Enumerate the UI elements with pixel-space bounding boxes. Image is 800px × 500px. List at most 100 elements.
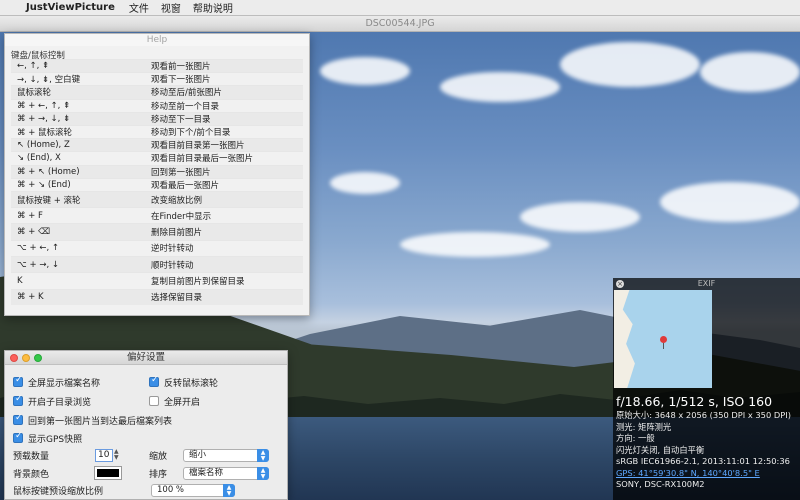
sort-select-value: 檔案名称 [189,467,224,478]
preferences-title: 偏好设置 [126,352,165,363]
cloud [320,57,410,85]
menu-window[interactable]: 视窗 [161,0,181,15]
shortcut-key: ⌘ + ↖ (Home) [17,166,80,177]
shortcut-desc: 观看前一张图片 [151,62,211,73]
mouse-zoom-label: 鼠标按键预设缩放比例 [13,486,104,497]
help-row: ↖ (Home), Z 观看目前目录第一张图片 [11,138,303,152]
shortcut-desc: 复制目前图片到保留目录 [151,277,245,287]
mouse-zoom-select-wrap[interactable]: 100 % ▲ ▼ [151,483,235,497]
show-gps-option[interactable]: 显示GPS快照 [13,431,82,445]
exif-panel[interactable]: × EXIF f/18.66, 1/512 s, ISO 160 原始大小: 3… [613,278,800,500]
bg-color-well[interactable] [94,466,122,480]
preload-count-stepper[interactable]: 10 ▲ ▼ [95,448,120,462]
cloud [700,52,800,92]
cloud [560,42,700,87]
bg-color-label: 背景颜色 [13,469,50,480]
shortcut-key: ↘ (End), X [17,153,61,164]
cloud [660,182,800,222]
shortcut-desc: 移动到下个/前个目录 [151,128,231,139]
shortcut-key: →, ↓, ⇟, 空白键 [17,75,81,86]
shortcut-key: ←, ↑, ⇞ [17,61,50,72]
shortcut-key: ⌘ + ←, ↑, ⇞ [17,100,71,111]
show-gps-label: 显示GPS快照 [28,434,83,445]
help-row: ⌥ + →, ↓ 顺时针转动 [11,256,303,273]
zoom-button[interactable] [34,354,42,362]
reverse-wheel-checkbox[interactable] [149,375,159,387]
exif-titlebar: × EXIF [613,278,800,290]
select-arrows-icon: ▲ ▼ [223,483,235,497]
fullscreen-start-checkbox[interactable] [149,396,159,406]
zoom-select-value: 缩小 [189,449,207,460]
menu-help[interactable]: 帮助说明 [193,0,233,15]
close-icon[interactable]: × [616,280,624,288]
map-pin-icon [660,336,667,343]
zoom-select-wrap[interactable]: 缩小 ▲ ▼ [183,448,269,462]
mouse-zoom-value: 100 % [157,484,185,495]
exif-colorspace-date: sRGB IEC61966-2.1, 2013:11:01 12:50:36 [616,456,790,466]
shortcut-key: ⌘ + 鼠标滚轮 [17,128,73,139]
shortcut-desc: 逆时针转动 [151,244,194,255]
main-window-title: DSC00544.JPG [0,16,800,32]
exif-flash-wb: 闪光灯关闭, 自动白平衡 [616,444,705,455]
fullscreen-filename-checkbox[interactable] [13,375,23,387]
preload-count-input[interactable]: 10 [95,448,113,462]
fullscreen-filename-option[interactable]: 全屏显示檔案名称 [13,375,100,389]
stepper-arrows-icon[interactable]: ▲ ▼ [114,448,120,462]
shortcut-key: ⌘ + ↘ (End) [17,179,71,190]
shortcut-key: ⌘ + →, ↓, ⇟ [17,113,71,124]
help-row: ⌘ + ←, ↑, ⇞ 移动至前一个目录 [11,98,303,112]
shortcut-desc: 在Finder中显示 [151,211,212,222]
exif-exposure: f/18.66, 1/512 s, ISO 160 [616,394,773,409]
open-subdir-option[interactable]: 开启子目录浏览 [13,394,91,408]
minimize-button[interactable] [22,354,30,362]
preferences-window[interactable]: 偏好设置 全屏显示檔案名称 反转鼠标滚轮 开启子目录浏览 全屏开启 回到第一张图… [4,350,288,500]
help-heading: 键盘/鼠标控制 [11,51,65,61]
help-row: ↘ (End), X 观看目前目录最后一张图片 [11,151,303,164]
bg-color-wrap[interactable] [94,466,122,480]
cloud [330,172,400,194]
open-subdir-checkbox[interactable] [13,394,23,406]
help-row: K 复制目前图片到保留目录 [11,272,303,288]
shortcut-key: ⌥ + →, ↓ [17,259,59,270]
mouse-zoom-select[interactable]: 100 % ▲ ▼ [151,483,235,497]
wrap-list-checkbox[interactable] [13,413,23,425]
shortcut-key: K [17,276,23,286]
help-row: ⌥ + ←, ↑ 逆时针转动 [11,239,303,256]
help-row: ⌘ + F 在Finder中显示 [11,207,303,223]
zoom-label: 缩放 [149,451,168,462]
reverse-wheel-option[interactable]: 反转鼠标滚轮 [149,375,218,389]
menu-file[interactable]: 文件 [129,0,149,15]
select-arrows-icon: ▲ ▼ [257,448,269,462]
sort-label: 排序 [149,469,168,480]
preferences-titlebar: 偏好设置 [5,351,287,365]
cloud [400,232,550,257]
menu-app-name[interactable]: JustViewPicture [26,2,115,13]
exif-gps-link[interactable]: GPS: 41°59'30.8" N, 140°40'8.5" E [613,468,800,480]
preload-count-label: 预载数量 [13,451,50,462]
sort-select-wrap[interactable]: 檔案名称 ▲ ▼ [183,466,269,480]
shortcut-desc: 改变缩放比例 [151,195,203,206]
help-window[interactable]: Help 键盘/鼠标控制 ←, ↑, ⇞ 观看前一张图片 →, ↓, ⇟, 空白键… [4,33,310,316]
shortcut-key: ⌥ + ←, ↑ [17,243,59,254]
zoom-select[interactable]: 缩小 ▲ ▼ [183,448,269,462]
sort-select[interactable]: 檔案名称 ▲ ▼ [183,466,269,480]
gps-map[interactable] [614,290,712,388]
shortcut-desc: 观看目前目录最后一张图片 [151,154,254,165]
shortcut-desc: 移动至后/前张图片 [151,88,222,99]
cloud [440,72,560,102]
fullscreen-start-label: 全屏开启 [164,397,201,408]
map-land [614,290,635,388]
help-row: ⌘ + ↘ (End) 观看最后一张图片 [11,177,303,191]
cloud [520,202,640,232]
open-subdir-label: 开启子目录浏览 [28,397,92,408]
fullscreen-start-option[interactable]: 全屏开启 [149,394,200,408]
help-row: ⌘ + ⌫ 删除目前图片 [11,223,303,240]
map-pin-stem [663,343,664,349]
shortcut-desc: 选择保留目录 [151,293,203,304]
show-gps-checkbox[interactable] [13,431,23,443]
wrap-list-option[interactable]: 回到第一张图片当到达最后檔案列表 [13,413,172,427]
close-button[interactable] [10,354,18,362]
shortcut-desc: 移动至下一目录 [151,114,211,125]
exif-title: EXIF [697,279,716,288]
shortcut-desc: 顺时针转动 [151,260,194,271]
